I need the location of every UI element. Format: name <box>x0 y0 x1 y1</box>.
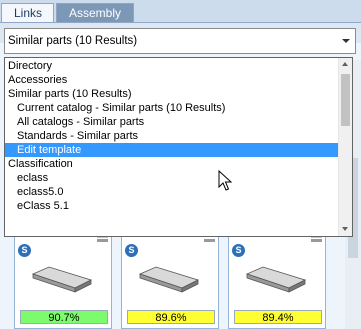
tab-assembly[interactable]: Assembly <box>56 3 134 22</box>
dropdown-option[interactable]: Similar parts (10 Results) <box>5 87 340 101</box>
dropdown-scrollbar[interactable] <box>338 58 352 236</box>
standard-label-icon <box>204 239 215 242</box>
standard-label-icon <box>311 239 322 242</box>
dropdown-option[interactable]: Edit template <box>5 143 340 157</box>
dropdown-option[interactable]: eclass5.0 <box>5 185 340 199</box>
mouse-cursor-icon <box>218 170 232 191</box>
chevron-down-icon[interactable] <box>337 29 355 53</box>
dropdown-option[interactable]: Accessories <box>5 73 340 87</box>
scroll-down-icon[interactable] <box>339 223 352 236</box>
standard-badge-icon: S <box>125 244 138 257</box>
dropdown-option[interactable]: eClass 5.1 <box>5 199 340 213</box>
result-card[interactable]: S 89.4% <box>228 227 326 329</box>
dropdown-option[interactable]: Classification <box>5 157 340 171</box>
tab-strip: Links Assembly <box>0 0 361 22</box>
standard-label-icon <box>97 239 108 242</box>
result-card[interactable]: S 90.7% <box>14 227 112 329</box>
dropdown-option[interactable]: eclass <box>5 171 340 185</box>
similarity-score: 90.7% <box>20 310 108 324</box>
result-card[interactable]: S 89.6% <box>121 227 219 329</box>
part-thumbnail-icon <box>31 266 93 293</box>
dropdown-option[interactable]: All catalogs - Similar parts <box>5 115 340 129</box>
standard-badge-icon: S <box>18 244 31 257</box>
tab-links[interactable]: Links <box>1 3 54 22</box>
standard-badge-icon: S <box>232 244 245 257</box>
similarity-score: 89.6% <box>127 310 215 324</box>
scroll-up-icon[interactable] <box>339 58 352 71</box>
similarity-score: 89.4% <box>234 310 322 324</box>
part-thumbnail-icon <box>245 266 307 293</box>
results-type-dropdown-list: Directory Accessories Similar parts (10 Re… <box>4 57 353 237</box>
part-thumbnail-icon <box>138 266 200 293</box>
dropdown-scrollbar-thumb[interactable] <box>341 74 350 126</box>
results-type-combobox[interactable]: Similar parts (10 Results) <box>4 28 356 54</box>
dropdown-option[interactable]: Standards - Similar parts <box>5 129 340 143</box>
combobox-value: Similar parts (10 Results) <box>8 35 138 47</box>
dropdown-option[interactable]: Directory <box>5 59 340 73</box>
dropdown-option[interactable]: Current catalog - Similar parts (10 Resu… <box>5 101 340 115</box>
